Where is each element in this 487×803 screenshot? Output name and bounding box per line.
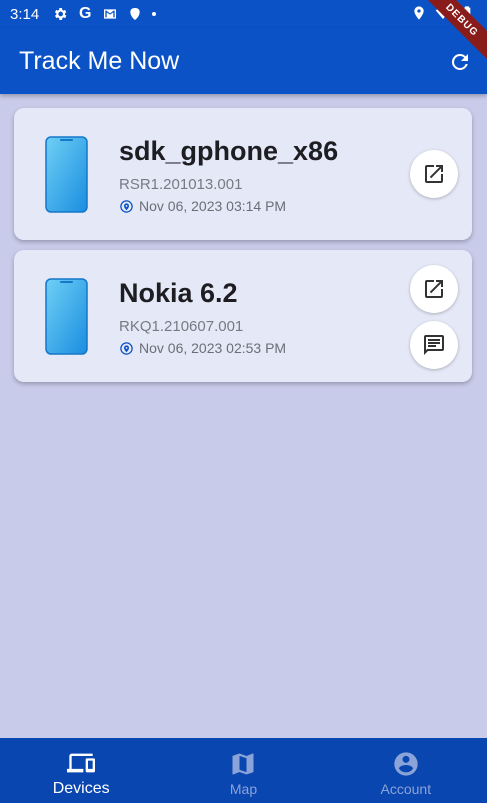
- status-left: 3:14 G: [10, 5, 157, 23]
- location-time-icon: [119, 341, 134, 356]
- app-bar: Track Me Now: [0, 28, 487, 94]
- open-device-button[interactable]: [410, 265, 458, 313]
- device-last-seen: Nov 06, 2023 02:53 PM: [119, 340, 286, 356]
- nav-item-map[interactable]: Map: [162, 738, 324, 803]
- open-device-button[interactable]: [410, 150, 458, 198]
- bottom-nav: Devices Map Account: [0, 738, 487, 803]
- message-icon: [424, 335, 444, 355]
- location-icon: [411, 5, 427, 21]
- message-device-button[interactable]: [410, 321, 458, 369]
- refresh-button[interactable]: [447, 49, 473, 75]
- app-title: Track Me Now: [19, 46, 180, 75]
- nav-label: Account: [380, 781, 432, 797]
- nav-label: Devices: [52, 780, 110, 797]
- gear-icon: [52, 6, 68, 22]
- location-time-icon: [119, 199, 134, 214]
- device-build: RSR1.201013.001: [119, 176, 243, 193]
- google-icon: G: [78, 5, 92, 22]
- gmail-icon: [102, 6, 118, 22]
- device-name: Nokia 6.2: [119, 278, 238, 308]
- smartphone-icon: [45, 136, 88, 213]
- nav-label: Map: [229, 781, 258, 797]
- nav-item-devices[interactable]: Devices: [0, 738, 162, 803]
- last-seen-text: Nov 06, 2023 02:53 PM: [139, 340, 287, 356]
- open-external-icon: [425, 280, 443, 298]
- dot-icon: [152, 12, 157, 16]
- devices-icon: [67, 749, 96, 777]
- map-icon: [229, 750, 257, 778]
- device-name: sdk_gphone_x86: [119, 136, 339, 166]
- device-build: RKQ1.210607.001: [119, 318, 244, 335]
- shield-icon: [127, 6, 143, 22]
- last-seen-text: Nov 06, 2023 03:14 PM: [139, 198, 287, 214]
- device-list: sdk_gphone_x86 RSR1.201013.001 Nov 06, 2…: [14, 108, 472, 392]
- device-card[interactable]: Nokia 6.2 RKQ1.210607.001 Nov 06, 2023 0…: [14, 250, 472, 382]
- device-last-seen: Nov 06, 2023 03:14 PM: [119, 198, 286, 214]
- nav-item-account[interactable]: Account: [325, 738, 487, 803]
- open-external-icon: [425, 165, 443, 183]
- refresh-icon: [451, 53, 468, 70]
- smartphone-icon: [45, 278, 88, 355]
- status-time: 3:14: [10, 5, 40, 23]
- account-circle-icon: [392, 750, 420, 778]
- device-card[interactable]: sdk_gphone_x86 RSR1.201013.001 Nov 06, 2…: [14, 108, 472, 240]
- status-bar: 3:14 G: [0, 0, 487, 28]
